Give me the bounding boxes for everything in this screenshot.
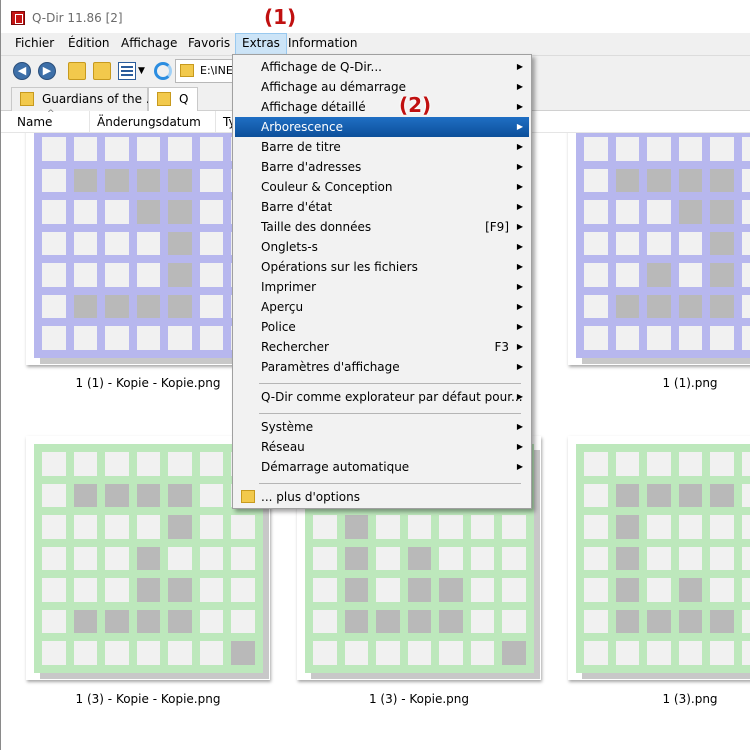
menu-fichier[interactable]: Fichier <box>9 33 60 55</box>
menu-favoris[interactable]: Favoris <box>182 33 236 55</box>
submenu-arrow-icon: ▶ <box>516 242 523 251</box>
shortcut-label: [F9] <box>485 220 509 234</box>
menu-item-police[interactable]: Police ▶ <box>235 317 529 337</box>
submenu-arrow-icon: ▶ <box>516 222 523 231</box>
menu-item-taille-donnees[interactable]: Taille des données [F9] ▶ <box>235 217 529 237</box>
file-name[interactable]: 1 (3) - Kopie - Kopie.png <box>26 692 270 706</box>
file-name[interactable]: 1 (3).png <box>568 692 750 706</box>
app-icon <box>11 11 25 25</box>
menu-separator <box>259 483 521 484</box>
menu-extras[interactable]: Extras <box>235 33 287 55</box>
new-folder-icon[interactable] <box>93 62 111 80</box>
submenu-arrow-icon: ▶ <box>516 422 523 431</box>
back-arrow-icon[interactable]: ◀ <box>13 62 31 80</box>
menu-edition[interactable]: Édition <box>62 33 116 55</box>
tab-folder-icon <box>20 92 34 106</box>
menu-item-affichage-qdir[interactable]: Affichage de Q-Dir... ▶ <box>235 57 529 77</box>
thumb-image <box>34 444 263 673</box>
thumb-image <box>576 133 750 358</box>
refresh-icon[interactable] <box>154 62 172 80</box>
thumb-image <box>576 444 750 673</box>
extras-dropdown-menu: Affichage de Q-Dir... ▶ Affichage au déma… <box>232 54 532 509</box>
menu-item-explorateur-defaut[interactable]: Q-Dir comme explorateur par défaut pour.… <box>235 387 529 407</box>
menu-item-onglets[interactable]: Onglets-s ▶ <box>235 237 529 257</box>
menu-item-systeme[interactable]: Système ▶ <box>235 417 529 437</box>
menu-item-imprimer[interactable]: Imprimer ▶ <box>235 277 529 297</box>
submenu-arrow-icon: ▶ <box>516 302 523 311</box>
menu-item-affichage-demarrage[interactable]: Affichage au démarrage ▶ <box>235 77 529 97</box>
menu-affichage[interactable]: Affichage <box>115 33 183 55</box>
file-thumbnail[interactable] <box>568 133 750 365</box>
submenu-arrow-icon: ▶ <box>516 322 523 331</box>
annotation-step-1: (1) <box>264 5 297 29</box>
tab-label: Q <box>179 92 189 106</box>
menu-separator <box>259 383 521 384</box>
submenu-arrow-icon: ▶ <box>516 442 523 451</box>
menu-item-couleur-conception[interactable]: Couleur & Conception ▶ <box>235 177 529 197</box>
column-name[interactable]: Name <box>17 115 52 129</box>
submenu-arrow-icon: ▶ <box>516 342 523 351</box>
menu-item-barre-titre[interactable]: Barre de titre ▶ <box>235 137 529 157</box>
menu-bar: Fichier Édition Affichage Favoris Extras… <box>1 33 750 55</box>
submenu-arrow-icon: ▶ <box>516 102 523 111</box>
address-path: E:\INE <box>200 64 233 77</box>
submenu-arrow-icon: ▶ <box>516 392 523 401</box>
submenu-arrow-icon: ▶ <box>516 82 523 91</box>
tab-guardians[interactable]: Guardians of the ... <box>11 87 157 111</box>
address-bar[interactable]: E:\INE <box>175 59 235 83</box>
address-folder-icon <box>180 64 194 77</box>
submenu-arrow-icon: ▶ <box>516 262 523 271</box>
submenu-arrow-icon: ▶ <box>516 122 523 131</box>
submenu-arrow-icon: ▶ <box>516 62 523 71</box>
menu-item-parametres-affichage[interactable]: Paramètres d'affichage ▶ <box>235 357 529 377</box>
menu-item-affichage-detaille[interactable]: Affichage détaillé ▶ <box>235 97 529 117</box>
title-bar: Q-Dir 11.86 [2] <box>1 0 750 33</box>
shortcut-label: F3 <box>494 340 509 354</box>
folder-icon <box>241 490 255 503</box>
folder-up-icon[interactable] <box>68 62 86 80</box>
submenu-arrow-icon: ▶ <box>516 142 523 151</box>
annotation-step-2: (2) <box>399 93 432 117</box>
menu-item-plus-options[interactable]: ... plus d'options <box>235 487 529 507</box>
menu-item-reseau[interactable]: Réseau ▶ <box>235 437 529 457</box>
window-title: Q-Dir 11.86 [2] <box>32 11 123 25</box>
submenu-arrow-icon: ▶ <box>516 282 523 291</box>
menu-item-demarrage-automatique[interactable]: Démarrage automatique ▶ <box>235 457 529 477</box>
submenu-arrow-icon: ▶ <box>516 462 523 471</box>
menu-item-barre-etat[interactable]: Barre d'état ▶ <box>235 197 529 217</box>
menu-item-operations-fichiers[interactable]: Opérations sur les fichiers ▶ <box>235 257 529 277</box>
column-date[interactable]: Änderungsdatum <box>97 115 201 129</box>
tab-q[interactable]: Q <box>148 87 198 112</box>
forward-arrow-icon[interactable]: ▶ <box>38 62 56 80</box>
tab-label: Guardians of the ... <box>42 92 158 106</box>
submenu-arrow-icon: ▶ <box>516 202 523 211</box>
submenu-arrow-icon: ▶ <box>516 182 523 191</box>
view-mode-icon[interactable] <box>118 62 136 80</box>
menu-separator <box>259 413 521 414</box>
menu-item-rechercher[interactable]: Rechercher F3 ▶ <box>235 337 529 357</box>
menu-item-barre-adresses[interactable]: Barre d'adresses ▶ <box>235 157 529 177</box>
menu-item-arborescence[interactable]: Arborescence ▶ <box>235 117 529 137</box>
menu-information[interactable]: Information <box>282 33 363 55</box>
file-name[interactable]: 1 (1).png <box>568 376 750 390</box>
q-dir-window: Q-Dir 11.86 [2] Fichier Édition Affichag… <box>0 0 750 750</box>
submenu-arrow-icon: ▶ <box>516 362 523 371</box>
column-divider[interactable] <box>215 111 216 133</box>
menu-item-apercu[interactable]: Aperçu ▶ <box>235 297 529 317</box>
thumb-image <box>34 133 263 358</box>
submenu-arrow-icon: ▶ <box>516 162 523 171</box>
column-divider[interactable] <box>89 111 90 133</box>
file-thumbnail[interactable] <box>568 436 750 680</box>
tab-folder-icon <box>157 92 171 106</box>
file-name[interactable]: 1 (3) - Kopie.png <box>297 692 541 706</box>
